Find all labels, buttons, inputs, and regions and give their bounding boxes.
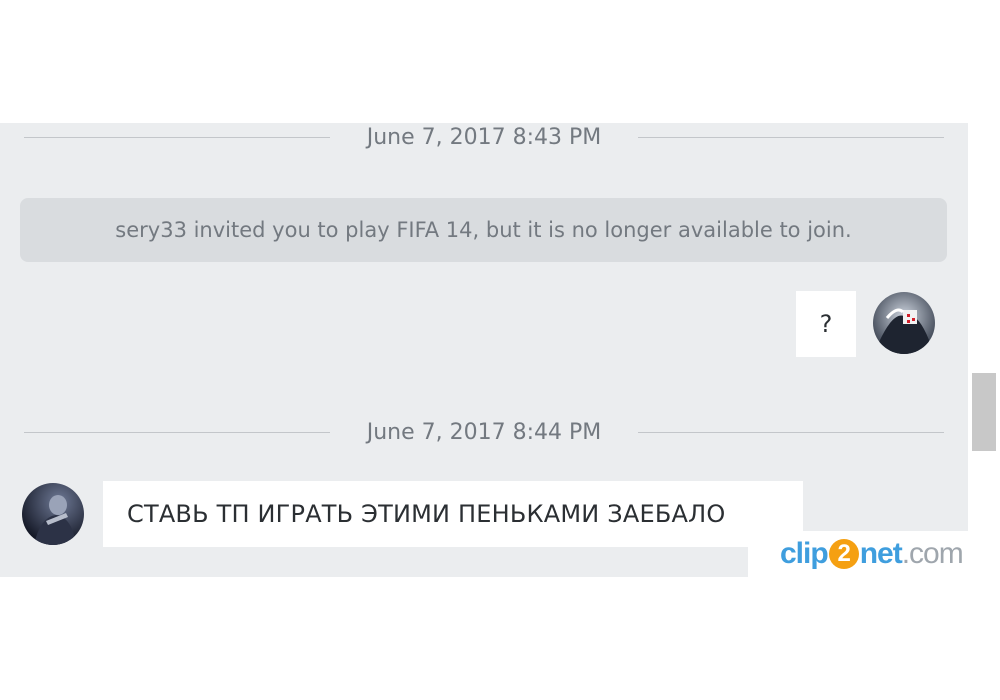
my-avatar[interactable] bbox=[873, 292, 935, 354]
watermark-clip: clip bbox=[780, 537, 829, 570]
friend-avatar[interactable] bbox=[22, 483, 84, 545]
incoming-message-bubble[interactable]: СТАВЬ ТП ИГРАТЬ ЭТИМИ ПЕНЬКАМИ ЗАЕБАЛО bbox=[103, 481, 803, 547]
scrollbar-thumb[interactable] bbox=[972, 373, 996, 451]
date-separator: June 7, 2017 8:43 PM bbox=[24, 123, 944, 153]
watermark-suffix: .com bbox=[901, 537, 964, 570]
message-text: ? bbox=[819, 310, 833, 338]
outgoing-message-bubble[interactable]: ? bbox=[796, 291, 856, 357]
game-invite-notice: sery33 invited you to play FIFA 14, but … bbox=[20, 198, 947, 262]
separator-line bbox=[638, 432, 944, 433]
watermark-net: net bbox=[859, 537, 903, 570]
message-text: СТАВЬ ТП ИГРАТЬ ЭТИМИ ПЕНЬКАМИ ЗАЕБАЛО bbox=[127, 500, 726, 528]
watermark-digit: 2 bbox=[828, 539, 859, 569]
date-separator: June 7, 2017 8:44 PM bbox=[24, 418, 944, 448]
clip2net-watermark: clip 2 net.com bbox=[748, 531, 1000, 579]
scrollbar-track[interactable] bbox=[968, 123, 1000, 533]
separator-line bbox=[638, 137, 944, 138]
watermark-logo: clip 2 net.com bbox=[780, 537, 964, 571]
